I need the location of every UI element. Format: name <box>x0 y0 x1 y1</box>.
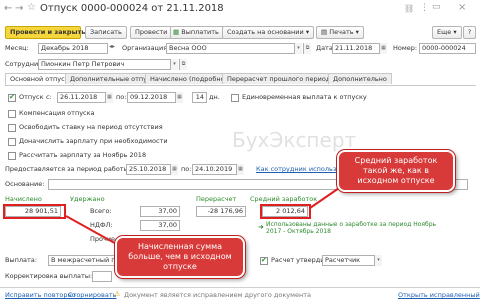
avg-callout-arrow <box>309 185 343 209</box>
accrued-callout: Начисленная сумма больше, чем в исходном… <box>115 236 245 278</box>
accrued-callout-arrow <box>65 215 121 247</box>
average-earnings-callout: Средний заработок такой же, как в исходн… <box>337 150 455 192</box>
